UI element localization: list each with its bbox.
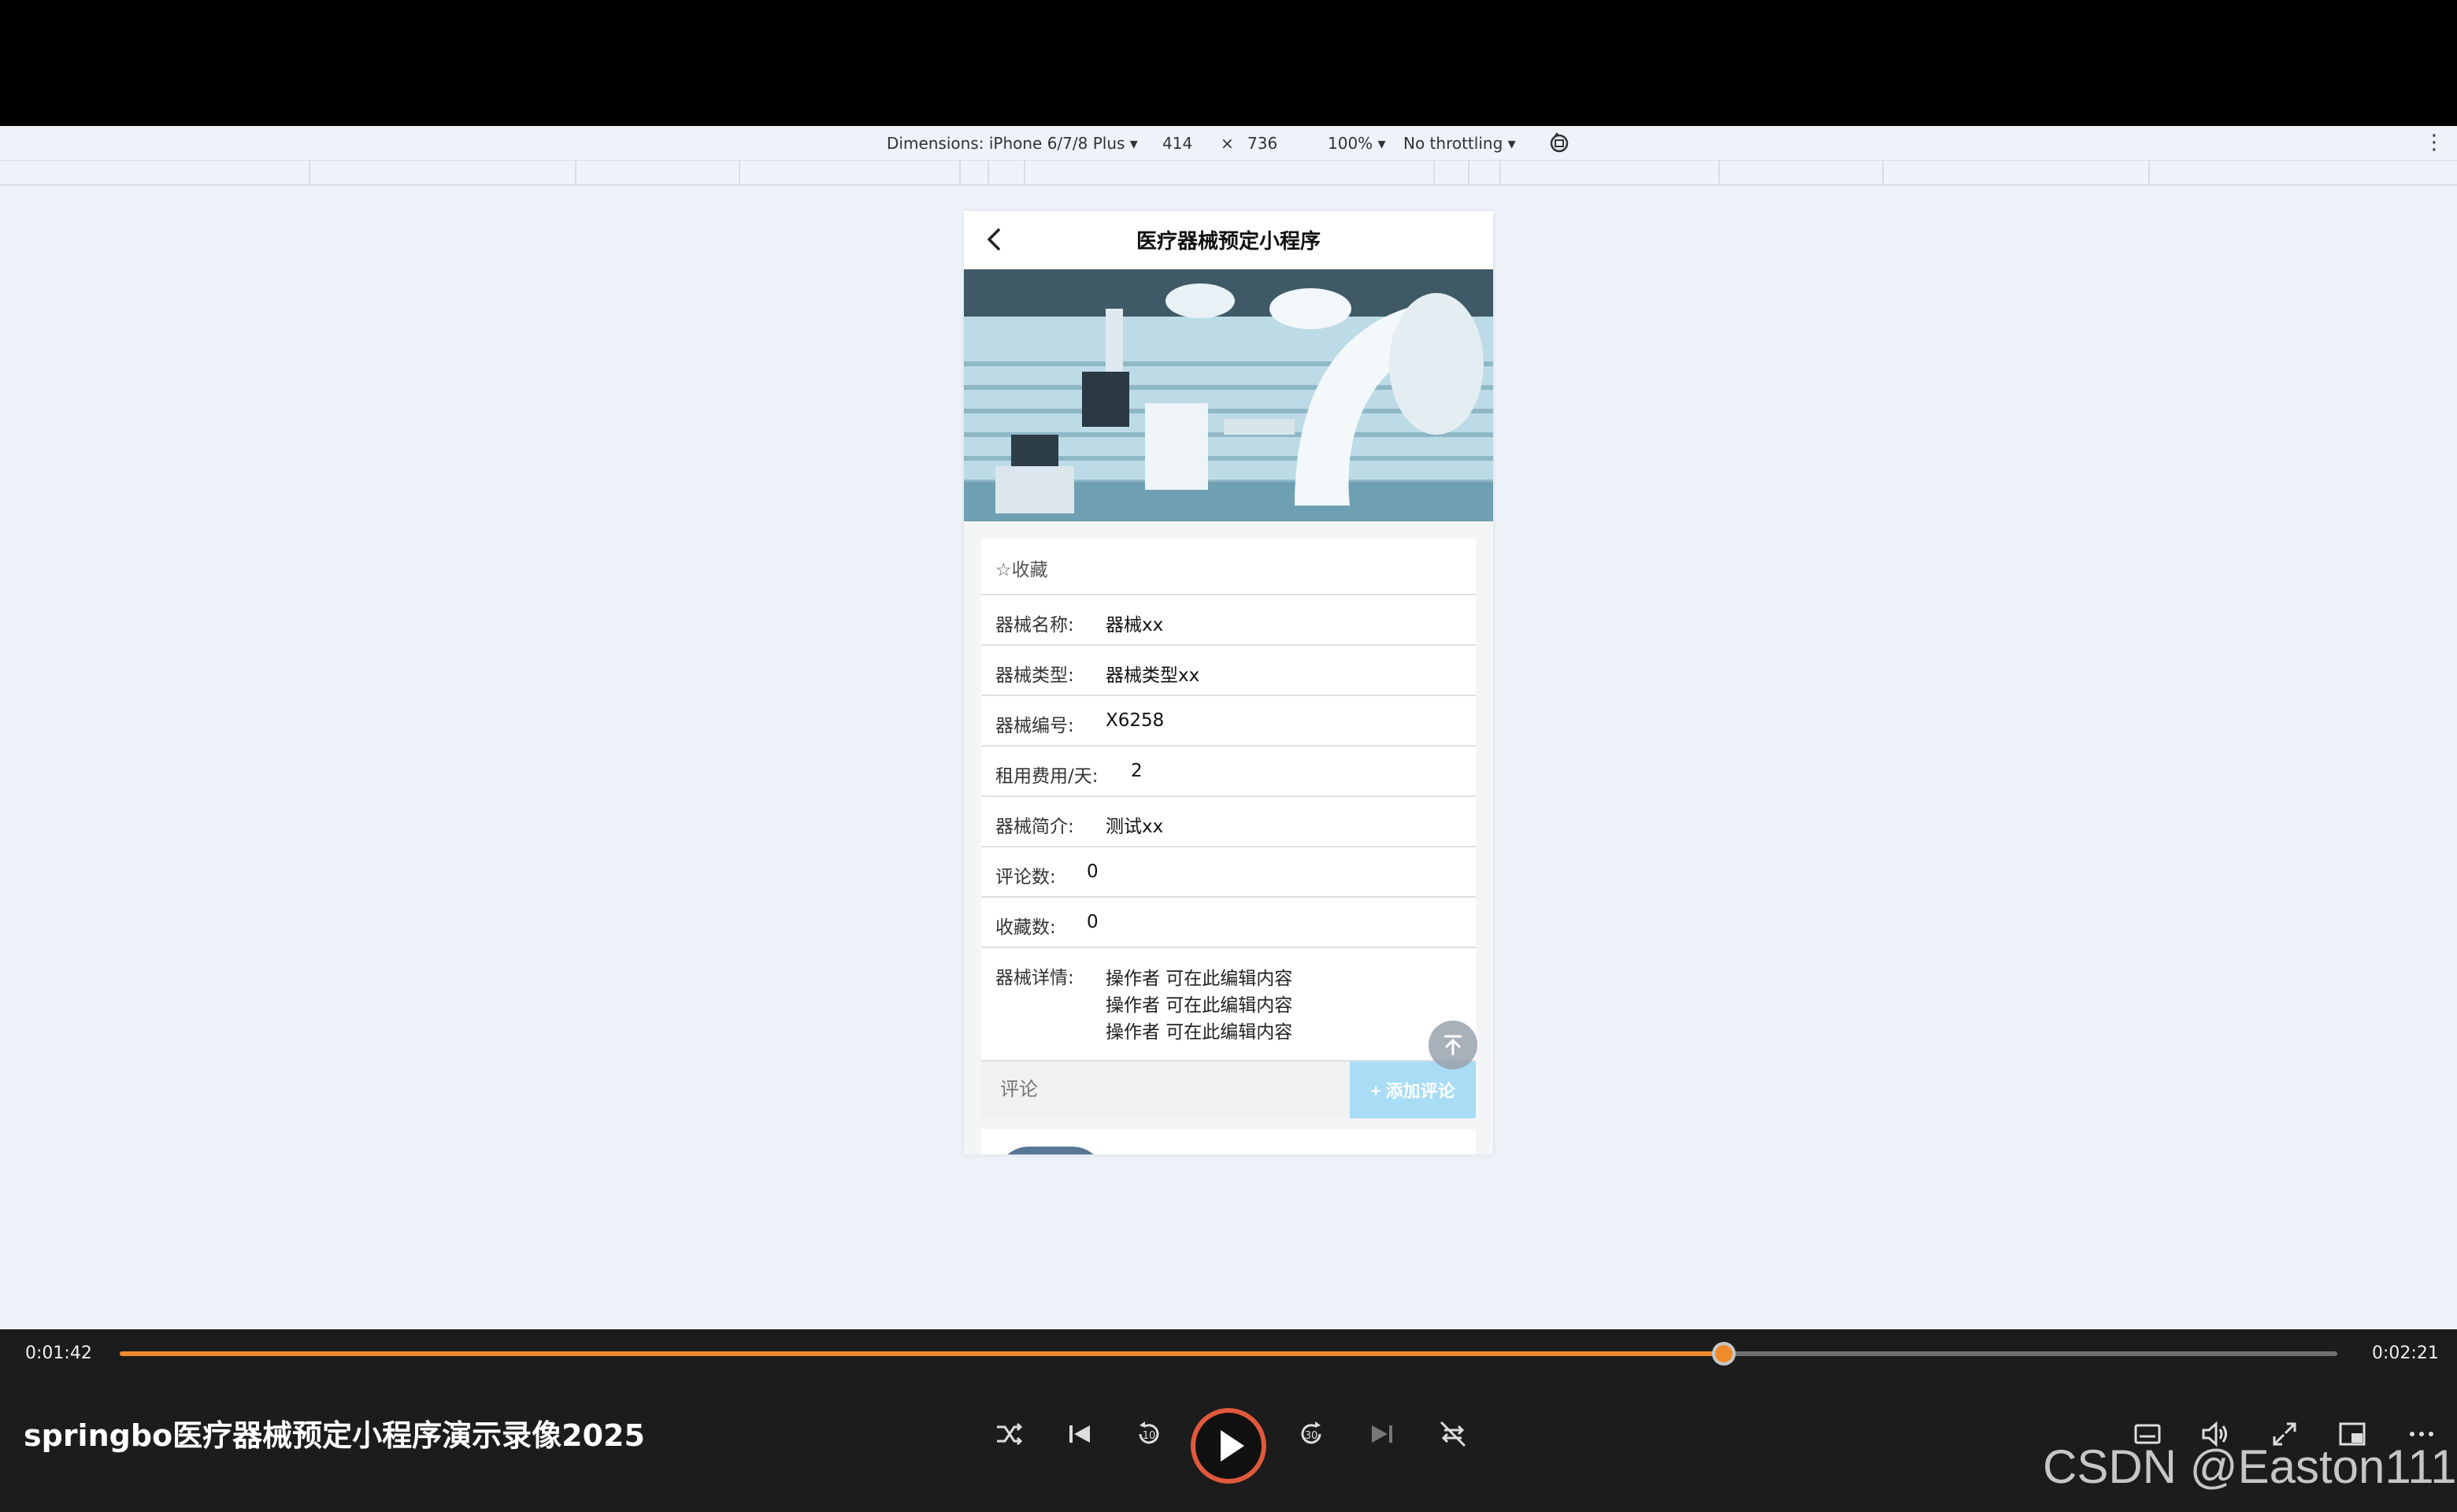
phone-viewport: 医疗器械预定小程序 ☆收藏 器械名称: 器械xx 器械类型: 器械类型xx 器械… [964, 211, 1493, 1154]
field-value: 0 [1087, 912, 1099, 932]
rewind-10-icon[interactable]: 10 [1131, 1416, 1167, 1452]
field-row: 评论数: 0 [981, 847, 1476, 898]
total-time: 0:02:21 [2372, 1343, 2439, 1363]
skip-previous-icon[interactable] [1062, 1416, 1098, 1452]
field-row: 器械类型: 器械类型xx [981, 646, 1476, 696]
comment-bar: + 添加评论 [981, 1060, 1476, 1118]
play-icon [1221, 1430, 1244, 1462]
devtools-device-toolbar: Dimensions: iPhone 6/7/8 Plus ▾ 414 × 73… [0, 126, 2457, 161]
favorite-button[interactable]: ☆收藏 [995, 554, 1048, 581]
detail-row: 器械详情: 操作者 可在此编辑内容 操作者 可在此编辑内容 操作者 可在此编辑内… [981, 948, 1476, 1066]
play-button[interactable] [1191, 1408, 1266, 1484]
detail-label: 器械详情: [995, 968, 1074, 988]
field-value: X6258 [1106, 710, 1165, 731]
equipment-hero-image [964, 269, 1493, 521]
zoom-select[interactable]: 100% ▾ [1328, 134, 1386, 153]
field-row: 器械名称: 器械xx [981, 595, 1476, 646]
current-time: 0:01:42 [25, 1343, 92, 1363]
add-comment-button[interactable]: + 添加评论 [1350, 1062, 1476, 1118]
field-label: 器械名称: [995, 615, 1074, 636]
field-value: 2 [1131, 761, 1143, 781]
viewport-width-input[interactable]: 414 [1162, 134, 1192, 153]
devtools-more-icon[interactable]: ⋮ [2424, 131, 2444, 154]
progress-knob[interactable] [1712, 1342, 1736, 1366]
progress-fill [120, 1351, 1725, 1356]
rotate-icon[interactable] [1547, 131, 1572, 156]
video-player-controls: 0:01:42 0:02:21 springbo医疗器械预定小程序演示录像202… [0, 1329, 2457, 1512]
field-value: 测试xx [1106, 817, 1164, 837]
csdn-watermark: CSDN @Easton111 [2043, 1440, 2457, 1493]
devtools-media-ruler [0, 161, 2457, 186]
phone-navbar: 医疗器械预定小程序 [964, 211, 1493, 269]
field-row: 收藏数: 0 [981, 898, 1476, 948]
field-value: 器械类型xx [1106, 665, 1200, 686]
field-row: 器械简介: 测试xx [981, 797, 1476, 847]
dimensions-times: × [1221, 134, 1234, 153]
detail-line: 操作者 可在此编辑内容 [1106, 969, 1293, 989]
field-label: 租用费用/天: [995, 766, 1099, 787]
field-row: 租用费用/天: 2 [981, 747, 1476, 797]
skip-next-icon[interactable] [1364, 1416, 1400, 1452]
video-title: springbo医疗器械预定小程序演示录像2025 [24, 1418, 645, 1453]
back-to-top-button[interactable] [1429, 1021, 1477, 1069]
page-title: 医疗器械预定小程序 [1136, 230, 1321, 254]
comment-input[interactable] [981, 1062, 1350, 1118]
detail-line: 操作者 可在此编辑内容 [1106, 1022, 1293, 1043]
field-label: 器械编号: [995, 716, 1074, 736]
svg-text:30: 30 [1305, 1430, 1318, 1442]
field-label: 器械类型: [995, 665, 1074, 686]
favorite-row[interactable]: ☆收藏 [981, 539, 1476, 595]
equipment-detail-card: ☆收藏 器械名称: 器械xx 器械类型: 器械类型xx 器械编号: X6258 … [981, 539, 1476, 1066]
shuffle-icon[interactable] [991, 1416, 1027, 1452]
repeat-off-icon[interactable] [1435, 1416, 1471, 1452]
detail-content: 操作者 可在此编辑内容 操作者 可在此编辑内容 操作者 可在此编辑内容 [1106, 965, 1292, 1046]
field-value: 器械xx [1106, 615, 1164, 636]
throttling-select[interactable]: No throttling ▾ [1403, 134, 1516, 153]
field-row: 器械编号: X6258 [981, 696, 1476, 747]
progress-bar[interactable] [120, 1342, 2337, 1366]
field-label: 收藏数: [995, 917, 1056, 938]
arrow-up-icon [1444, 1035, 1462, 1055]
field-label: 器械简介: [995, 817, 1074, 837]
field-value: 0 [1087, 862, 1099, 882]
detail-line: 操作者 可在此编辑内容 [1106, 995, 1293, 1016]
field-label: 评论数: [995, 867, 1056, 888]
device-dimensions-select[interactable]: Dimensions: iPhone 6/7/8 Plus ▾ [887, 134, 1138, 153]
forward-30-icon[interactable]: 30 [1293, 1416, 1329, 1452]
svg-text:10: 10 [1143, 1430, 1156, 1442]
video-letterbox-top [0, 0, 2457, 126]
viewport-height-input[interactable]: 736 [1247, 134, 1277, 153]
